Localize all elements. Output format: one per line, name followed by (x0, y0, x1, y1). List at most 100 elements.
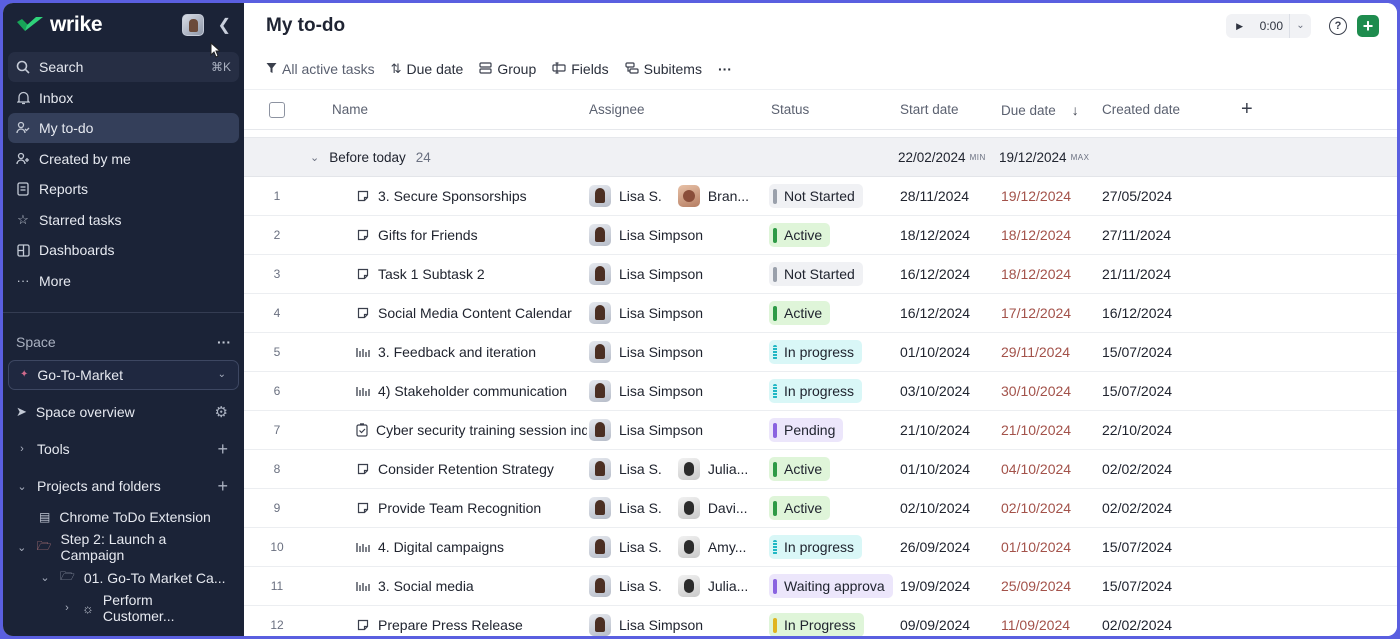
start-date-cell[interactable]: 01/10/2024 (898, 332, 999, 372)
sidebar-item-my-todo[interactable]: My to-do (8, 113, 239, 143)
task-name[interactable]: 4) Stakeholder communication (378, 383, 567, 399)
status-cell[interactable]: Active (769, 488, 898, 528)
tree-tools[interactable]: › Tools + (3, 434, 244, 464)
filter-button[interactable]: All active tasks (266, 61, 375, 77)
due-date-cell[interactable]: 04/10/2024 (999, 449, 1100, 489)
table-row[interactable]: 9 Provide Team Recognition Lisa S. Davi... A… (244, 488, 1397, 528)
start-date-cell[interactable]: 21/10/2024 (898, 410, 999, 450)
table-row[interactable]: 6 4) Stakeholder communication Lisa Simpso… (244, 371, 1397, 411)
add-project-icon[interactable]: + (217, 476, 228, 497)
due-date-cell[interactable]: 01/10/2024 (999, 527, 1100, 567)
status-cell[interactable]: Active (769, 215, 898, 255)
user-avatar[interactable] (181, 14, 204, 36)
assignee-cell[interactable]: Lisa Simpson (587, 371, 769, 411)
tree-gtm[interactable]: ⌄ 🗁 01. Go-To Market Ca... (3, 562, 244, 592)
task-name[interactable]: Cyber security training session inq (376, 422, 587, 438)
chevron-down-icon[interactable]: ⌄ (16, 480, 28, 493)
start-date-cell[interactable]: 16/12/2024 (898, 293, 999, 333)
status-badge[interactable]: Pending (769, 418, 844, 442)
task-name-cell[interactable]: 4) Stakeholder communication (310, 371, 587, 411)
table-row[interactable]: 8 Consider Retention Strategy Lisa S. Julia… (244, 449, 1397, 489)
sidebar-search[interactable]: Search ⌘K (8, 52, 239, 82)
sidebar-item-reports[interactable]: Reports (8, 174, 239, 204)
assignee-secondary[interactable]: Amy... (677, 536, 746, 558)
task-name-cell[interactable]: 3. Social media (310, 566, 587, 606)
assignee-secondary[interactable]: Davi... (677, 497, 748, 519)
sidebar-item-inbox[interactable]: Inbox (8, 83, 239, 113)
assignee-cell[interactable]: Lisa Simpson (587, 605, 769, 636)
assignee-cell[interactable]: Lisa Simpson (587, 215, 769, 255)
table-row[interactable]: 10 4. Digital campaigns Lisa S. Amy... In pr… (244, 527, 1397, 567)
status-cell[interactable]: Active (769, 293, 898, 333)
task-name[interactable]: Task 1 Subtask 2 (378, 266, 485, 282)
status-cell[interactable]: In Progress (769, 605, 898, 636)
fields-button[interactable]: Fields (552, 61, 609, 77)
assignee-cell[interactable]: Lisa Simpson (587, 293, 769, 333)
start-date-cell[interactable]: 01/10/2024 (898, 449, 999, 489)
start-date-cell[interactable]: 09/09/2024 (898, 605, 999, 636)
table-row[interactable]: 11 3. Social media Lisa S. Julia... Waiting … (244, 566, 1397, 606)
group-button[interactable]: Group (479, 61, 536, 77)
status-badge[interactable]: Active (769, 496, 831, 520)
status-cell[interactable]: In progress (769, 527, 898, 567)
assignee-cell[interactable]: Lisa Simpson (587, 254, 769, 294)
column-header-due-date[interactable]: Due date ↓ (999, 89, 1100, 130)
due-date-cell[interactable]: 11/09/2024 (999, 605, 1100, 636)
wrike-logo[interactable]: wrike (16, 13, 103, 37)
chevron-right-icon[interactable]: › (61, 602, 73, 614)
due-date-cell[interactable]: 18/12/2024 (999, 254, 1100, 294)
table-row[interactable]: 3 Task 1 Subtask 2 Lisa Simpson Not Started… (244, 254, 1397, 294)
space-selector[interactable]: ✦ Go-To-Market ⌄ (8, 359, 239, 390)
due-date-cell[interactable]: 19/12/2024 (999, 176, 1100, 216)
task-name-cell[interactable]: Provide Team Recognition (310, 488, 587, 528)
task-name-cell[interactable]: 3. Feedback and iteration (310, 332, 587, 372)
task-name[interactable]: Gifts for Friends (378, 227, 478, 243)
sidebar-item-starred-tasks[interactable]: ☆ Starred tasks (8, 205, 239, 235)
assignee-cell[interactable]: Lisa Simpson (587, 332, 769, 372)
sort-button[interactable]: ⇅ Due date (391, 61, 464, 77)
assignee-secondary[interactable]: Julia... (677, 575, 748, 597)
space-more-icon[interactable]: ··· (217, 334, 231, 350)
due-date-cell[interactable]: 25/09/2024 (999, 566, 1100, 606)
status-badge[interactable]: In progress (769, 535, 863, 559)
due-date-cell[interactable]: 17/12/2024 (999, 293, 1100, 333)
task-name[interactable]: 4. Digital campaigns (378, 539, 504, 555)
chevron-down-icon[interactable]: ⌄ (39, 571, 51, 584)
due-date-cell[interactable]: 02/10/2024 (999, 488, 1100, 528)
table-row[interactable]: 12 Prepare Press Release Lisa Simpson In Pr… (244, 605, 1397, 636)
due-date-cell[interactable]: 18/12/2024 (999, 215, 1100, 255)
sidebar-item-more[interactable]: ··· More (8, 266, 239, 296)
add-tool-icon[interactable]: + (217, 439, 228, 460)
task-name-cell[interactable]: Task 1 Subtask 2 (310, 254, 587, 294)
sidebar-item-dashboards[interactable]: Dashboards (8, 235, 239, 265)
task-name-cell[interactable]: Prepare Press Release (310, 605, 587, 636)
tree-step2[interactable]: ⌄ 🗁 Step 2: Launch a Campaign (3, 531, 244, 563)
sort-descending-icon[interactable]: ↓ (1072, 102, 1079, 118)
select-all-checkbox[interactable] (269, 101, 285, 118)
table-row[interactable]: 1 3. Secure Sponsorships Lisa S. Bran... Not… (244, 176, 1397, 216)
add-column-icon[interactable]: + (1241, 98, 1253, 120)
status-cell[interactable]: Not Started (769, 176, 898, 216)
task-name[interactable]: Provide Team Recognition (378, 500, 541, 516)
start-date-cell[interactable]: 19/09/2024 (898, 566, 999, 606)
collapse-sidebar-icon[interactable]: ❮ (218, 15, 231, 35)
status-badge[interactable]: In progress (769, 379, 863, 403)
chevron-down-icon[interactable]: ⌄ (16, 541, 28, 554)
status-badge[interactable]: Active (769, 301, 831, 325)
create-new-button[interactable]: + (1357, 15, 1379, 37)
assignee-secondary[interactable]: Julia... (677, 458, 748, 480)
start-date-cell[interactable]: 16/12/2024 (898, 254, 999, 294)
status-cell[interactable]: Pending (769, 410, 898, 450)
column-header-created-date[interactable]: Created date (1100, 89, 1241, 130)
assignee-cell[interactable]: Lisa S. Julia... (587, 449, 769, 489)
status-cell[interactable]: Waiting approva (769, 566, 898, 606)
chevron-down-icon[interactable]: ⌄ (1289, 14, 1311, 38)
more-options-button[interactable]: ··· (718, 61, 732, 77)
start-date-cell[interactable]: 18/12/2024 (898, 215, 999, 255)
task-name-cell[interactable]: 4. Digital campaigns (310, 527, 587, 567)
assignee-cell[interactable]: Lisa S. Julia... (587, 566, 769, 606)
column-header-start-date[interactable]: Start date (898, 89, 999, 130)
settings-gear-icon[interactable]: ⚙ (215, 403, 228, 421)
task-name-cell[interactable]: Gifts for Friends (310, 215, 587, 255)
status-badge[interactable]: Not Started (769, 262, 863, 286)
